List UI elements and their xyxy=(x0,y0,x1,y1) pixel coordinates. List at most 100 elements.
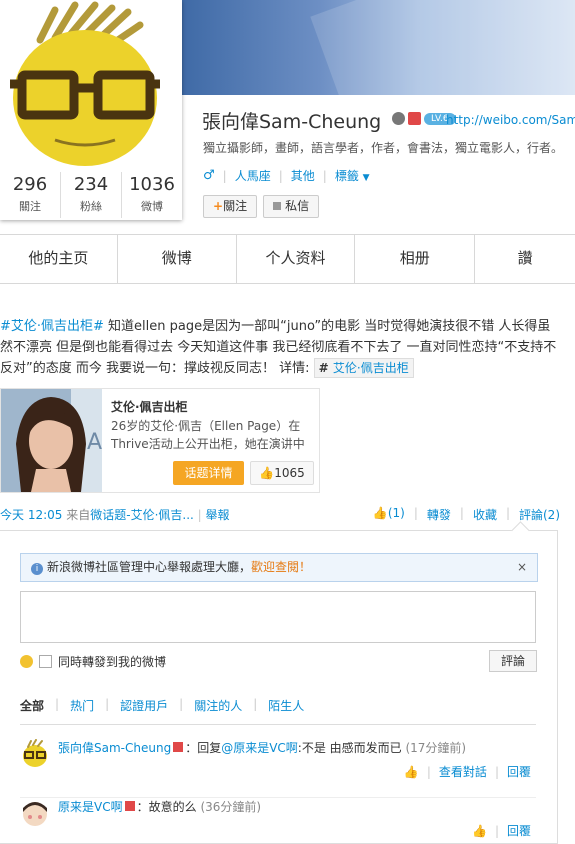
profile-tabs: 他的主页 微博 个人资料 相册 讚 xyxy=(0,234,575,284)
divider: | xyxy=(197,508,202,522)
topic-detail-button[interactable]: 话题详情 xyxy=(173,461,244,485)
stat-number: 234 xyxy=(73,174,109,195)
stat-followers[interactable]: 234 粉絲 xyxy=(61,172,122,218)
mask-icon[interactable] xyxy=(392,112,405,125)
follow-button[interactable]: +關注 xyxy=(203,195,258,218)
stat-posts[interactable]: 1036 微博 xyxy=(122,172,182,218)
topic-card[interactable]: A 艾伦·佩吉出柜 26岁的艾伦·佩吉（Ellen Page）在Thrive活动… xyxy=(0,388,320,493)
reply-link[interactable]: 回覆 xyxy=(507,763,531,780)
profile-name: 張向偉Sam-Cheung xyxy=(202,111,382,133)
divider: | xyxy=(494,823,499,838)
from-label: 来自 xyxy=(66,508,91,522)
stat-label: 關注 xyxy=(19,200,41,213)
divider: | xyxy=(105,697,110,711)
emoji-icon[interactable] xyxy=(20,655,33,668)
stat-following[interactable]: 296 關注 xyxy=(0,172,61,218)
forward-row: 同時轉發到我的微博 xyxy=(20,653,166,670)
location-link[interactable]: 人馬座 xyxy=(235,167,271,184)
divider: | xyxy=(179,697,184,711)
other-link[interactable]: 其他 xyxy=(291,167,315,184)
thumb-up-icon[interactable]: 👍 xyxy=(404,765,419,779)
comment-filter: 全部 | 热门 | 認證用戶 | 關注的人 | 陌生人 xyxy=(20,697,536,725)
comment-text: 原来是VC啊 ：故意的么 (36分鐘前) xyxy=(58,798,261,815)
profile-url-link[interactable]: http://weibo.com/Sam xyxy=(446,113,575,127)
divider: | xyxy=(426,764,431,779)
follow-label: 關注 xyxy=(223,199,248,213)
forward-button[interactable]: 轉發 xyxy=(427,506,451,523)
topic-tag-button[interactable]: # 艾伦·佩吉出柜 xyxy=(313,358,414,378)
close-icon[interactable]: × xyxy=(517,554,527,581)
submit-comment-button[interactable]: 評論 xyxy=(488,650,537,672)
notice-text: 新浪微博社區管理中心舉報處理大廳， xyxy=(47,560,252,574)
profile-actions: +關注 私信 xyxy=(203,195,320,218)
comment-time: (36分鐘前) xyxy=(200,800,262,814)
tab-likes[interactable]: 讚 xyxy=(475,235,575,283)
message-button[interactable]: 私信 xyxy=(263,195,320,218)
profile-stats: 296 關注 234 粉絲 1036 微博 xyxy=(0,172,182,218)
topic-like-button[interactable]: 👍1065 xyxy=(250,461,314,485)
like-button[interactable]: 👍(1) xyxy=(373,506,405,523)
notice-link[interactable]: 歡迎查閱！ xyxy=(251,560,311,574)
stat-label: 微博 xyxy=(141,200,163,213)
stat-number: 1036 xyxy=(129,174,175,195)
notepad-icon xyxy=(173,742,184,752)
tab-profile-info[interactable]: 个人资料 xyxy=(237,235,356,283)
report-link[interactable]: 舉報 xyxy=(206,508,230,522)
filter-verified[interactable]: 認證用戶 xyxy=(120,697,168,714)
reply-link[interactable]: 回覆 xyxy=(507,822,531,839)
tags-label: 標籤 xyxy=(334,169,359,183)
profile-meta: ♂ | 人馬座 | 其他 | 標籤 ▼ xyxy=(203,167,370,184)
filter-strangers[interactable]: 陌生人 xyxy=(268,697,304,714)
comment-user[interactable]: 原来是VC啊 xyxy=(58,800,123,814)
avatar[interactable] xyxy=(0,0,182,170)
profile-bio: 獨立攝影師，畫師，語言學者，作者，會書法，獨立電影人，行者。 xyxy=(203,141,564,155)
cover-banner xyxy=(182,0,575,95)
divider: | xyxy=(222,168,227,183)
post-actions: 👍(1) | 轉發 | 收藏 | 評論(2) xyxy=(373,506,560,523)
filter-following[interactable]: 關注的人 xyxy=(194,697,242,714)
comment-body: :不是 由感而发而已 xyxy=(297,741,402,755)
comment-item: 張向偉Sam-Cheung ：回复@原来是VC啊:不是 由感而发而已 (17分鐘前… xyxy=(20,739,536,789)
view-conversation-link[interactable]: 查看對話 xyxy=(439,763,487,780)
thumb-up-icon[interactable]: 👍 xyxy=(472,824,487,838)
avatar[interactable] xyxy=(20,739,50,769)
divider: | xyxy=(253,697,258,711)
filter-hot[interactable]: 热门 xyxy=(70,697,94,714)
male-icon: ♂ xyxy=(203,168,215,183)
comment-actions: 👍 | 查看對話 | 回覆 xyxy=(404,763,531,780)
tab-album[interactable]: 相册 xyxy=(355,235,476,283)
divider: | xyxy=(322,168,327,183)
tab-home[interactable]: 他的主页 xyxy=(0,235,118,283)
comment-time: (17分鐘前) xyxy=(405,741,467,755)
source-link[interactable]: 微话题-艾伦·佩吉... xyxy=(90,508,194,522)
hashtag-link[interactable]: #艾伦·佩吉出柜# xyxy=(0,319,104,334)
topic-desc: 26岁的艾伦·佩吉（Ellen Page）在Thrive活动上公开出柜，她在演讲… xyxy=(111,419,305,451)
thumb-up-icon: 👍 xyxy=(259,466,275,480)
favorite-button[interactable]: 收藏 xyxy=(473,506,497,523)
post-time[interactable]: 今天 12:05 xyxy=(0,508,62,522)
topic-like-count: 1065 xyxy=(274,466,305,480)
tab-weibo[interactable]: 微博 xyxy=(118,235,237,283)
comment-prefix: ：回复 xyxy=(185,741,222,755)
divider: | xyxy=(413,506,418,520)
tags-dropdown[interactable]: 標籤 ▼ xyxy=(335,167,370,184)
info-icon: i xyxy=(31,563,43,575)
notepad-icon[interactable] xyxy=(408,112,421,125)
message-icon xyxy=(273,202,282,210)
comment-body: ：故意的么 xyxy=(136,800,197,814)
forward-label: 同時轉發到我的微博 xyxy=(58,655,167,669)
comment-actions: 👍 | 回覆 xyxy=(472,822,531,839)
topic-photo[interactable]: A xyxy=(1,389,102,492)
divider: | xyxy=(278,168,283,183)
divider: | xyxy=(55,697,60,711)
plus-icon: + xyxy=(213,199,224,213)
comment-user[interactable]: 張向偉Sam-Cheung xyxy=(58,741,171,755)
filter-all[interactable]: 全部 xyxy=(20,697,44,714)
comment-toggle[interactable]: 評論(2) xyxy=(519,506,560,523)
avatar[interactable] xyxy=(20,798,50,828)
post-text: #艾伦·佩吉出柜# 知道ellen page是因为一部叫“juno”的电影 当时… xyxy=(0,316,560,379)
comment-input[interactable] xyxy=(20,591,536,643)
mention-link[interactable]: @原来是VC啊 xyxy=(221,741,298,755)
topic-title[interactable]: 艾伦·佩吉出柜 xyxy=(111,398,188,415)
forward-checkbox[interactable] xyxy=(39,655,52,668)
